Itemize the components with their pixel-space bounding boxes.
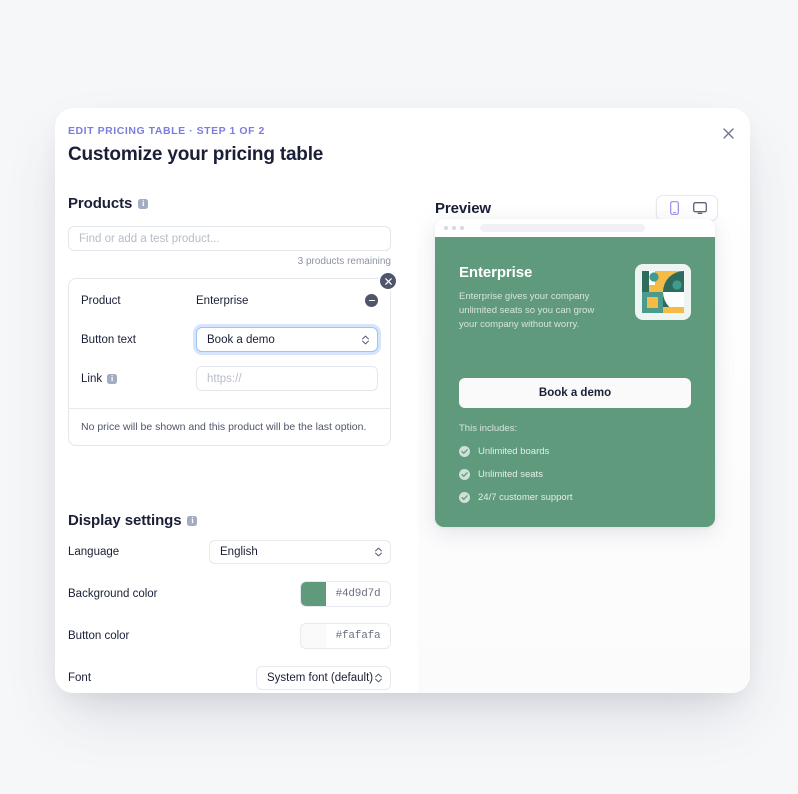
feature-label: Unlimited seats: [478, 469, 543, 481]
info-icon[interactable]: i: [187, 515, 198, 526]
info-icon[interactable]: i: [138, 198, 149, 209]
breadcrumb-step-label: EDIT PRICING TABLE · STEP 1 OF 2: [68, 125, 265, 137]
background-color-picker[interactable]: #4d9d7d: [300, 580, 391, 607]
preview-browser-frame: Enterprise Enterprise gives your company…: [435, 219, 715, 528]
pricing-card-title: Enterprise: [459, 264, 533, 281]
product-row-label: Product: [81, 294, 121, 307]
background-color-row: Background color #4d9d7d: [68, 574, 391, 613]
remove-product-button[interactable]: [365, 294, 378, 307]
button-text-value: Book a demo: [207, 333, 275, 346]
font-value: System font (default): [267, 671, 374, 684]
link-input[interactable]: [196, 366, 378, 391]
monitor-icon: [693, 201, 707, 214]
button-color-picker[interactable]: #fafafa: [300, 622, 391, 649]
button-color-row: Button color #fafafa: [68, 616, 391, 655]
products-heading-label: Products: [68, 195, 133, 212]
background-color-swatch[interactable]: [301, 581, 326, 606]
feature-label: 24/7 customer support: [478, 492, 573, 504]
button-text-row: Button text Book a demo: [81, 320, 378, 359]
button-color-value: #fafafa: [335, 629, 381, 642]
language-row: Language English: [68, 532, 391, 571]
modal-header: EDIT PRICING TABLE · STEP 1 OF 2 Customi…: [55, 108, 750, 166]
display-settings-label: Display settings: [68, 512, 182, 529]
product-search-row: [68, 226, 391, 251]
font-label: Font: [68, 671, 92, 684]
feature-item: 24/7 customer support: [459, 492, 691, 504]
background-color-label: Background color: [68, 587, 158, 600]
language-label: Language: [68, 545, 120, 558]
pricing-card-header: Enterprise Enterprise gives your company…: [459, 264, 691, 331]
preview-header: Preview: [418, 195, 750, 221]
product-footnote: No price will be shown and this product …: [69, 408, 390, 445]
search-input[interactable]: [68, 226, 391, 251]
mobile-icon: [669, 201, 679, 215]
link-label-text: Link: [81, 372, 103, 385]
font-row: Font System font (default): [68, 658, 391, 693]
feature-item: Unlimited seats: [459, 469, 691, 481]
product-row-value: Enterprise: [196, 294, 249, 307]
product-card-wrapper: Product Enterprise Button text Book a de…: [68, 271, 398, 446]
modal-body: Products i 3 products remaining: [55, 171, 750, 693]
mobile-view-button[interactable]: [663, 199, 685, 217]
minus-circle-icon: [368, 299, 375, 302]
chevron-updown-icon: [375, 673, 382, 682]
page-title: Customize your pricing table: [68, 144, 324, 165]
button-color-label: Button color: [68, 629, 130, 642]
browser-dot: [460, 226, 464, 230]
language-select[interactable]: English: [209, 539, 391, 564]
settings-pane: Products i 3 products remaining: [55, 171, 418, 693]
pricing-card-preview: Enterprise Enterprise gives your company…: [435, 237, 715, 528]
pricing-card-description: Enterprise gives your company unlimited …: [459, 291, 595, 330]
check-circle-icon: [459, 469, 470, 481]
preview-heading: Preview: [435, 199, 492, 217]
button-text-label: Button text: [81, 333, 136, 346]
products-section-heading: Products i: [68, 195, 391, 212]
feature-item: Unlimited boards: [459, 446, 691, 458]
button-text-select[interactable]: Book a demo: [196, 327, 378, 352]
product-card: Product Enterprise Button text Book a de…: [68, 278, 391, 446]
display-settings-heading: Display settings i: [68, 512, 391, 529]
chevron-updown-icon: [375, 547, 382, 556]
browser-dot: [444, 226, 448, 230]
cta-button[interactable]: Book a demo: [459, 378, 691, 409]
device-toggle-group: [656, 195, 718, 221]
language-value: English: [220, 545, 258, 558]
browser-url-bar: [480, 224, 645, 232]
check-circle-icon: [459, 492, 470, 504]
link-label: Link i: [81, 373, 196, 385]
customize-pricing-table-modal: EDIT PRICING TABLE · STEP 1 OF 2 Customi…: [55, 108, 750, 693]
feature-label: Unlimited boards: [478, 446, 550, 458]
font-select[interactable]: System font (default): [256, 665, 391, 690]
close-circle-icon: [384, 277, 392, 285]
desktop-view-button[interactable]: [689, 199, 711, 217]
browser-chrome-bar: [435, 219, 715, 237]
link-row: Link i: [81, 359, 378, 398]
product-image: [635, 264, 691, 320]
close-icon: [722, 127, 734, 139]
browser-dot: [452, 226, 456, 230]
check-circle-icon: [459, 446, 470, 458]
preview-pane: Preview Enterprise Enterprise gives your…: [418, 171, 750, 693]
remove-product-badge-button[interactable]: [378, 271, 398, 291]
abstract-product-image: [642, 271, 684, 313]
product-row: Product Enterprise: [81, 281, 378, 320]
button-color-swatch[interactable]: [301, 623, 326, 648]
pricing-card-text: Enterprise Enterprise gives your company…: [459, 264, 611, 331]
includes-label: This includes:: [459, 423, 518, 435]
close-button[interactable]: [716, 121, 740, 145]
chevron-updown-icon: [362, 335, 369, 344]
products-remaining-count: 3 products remaining: [297, 256, 391, 267]
background-color-value: #4d9d7d: [335, 587, 381, 600]
info-icon[interactable]: i: [107, 373, 118, 384]
